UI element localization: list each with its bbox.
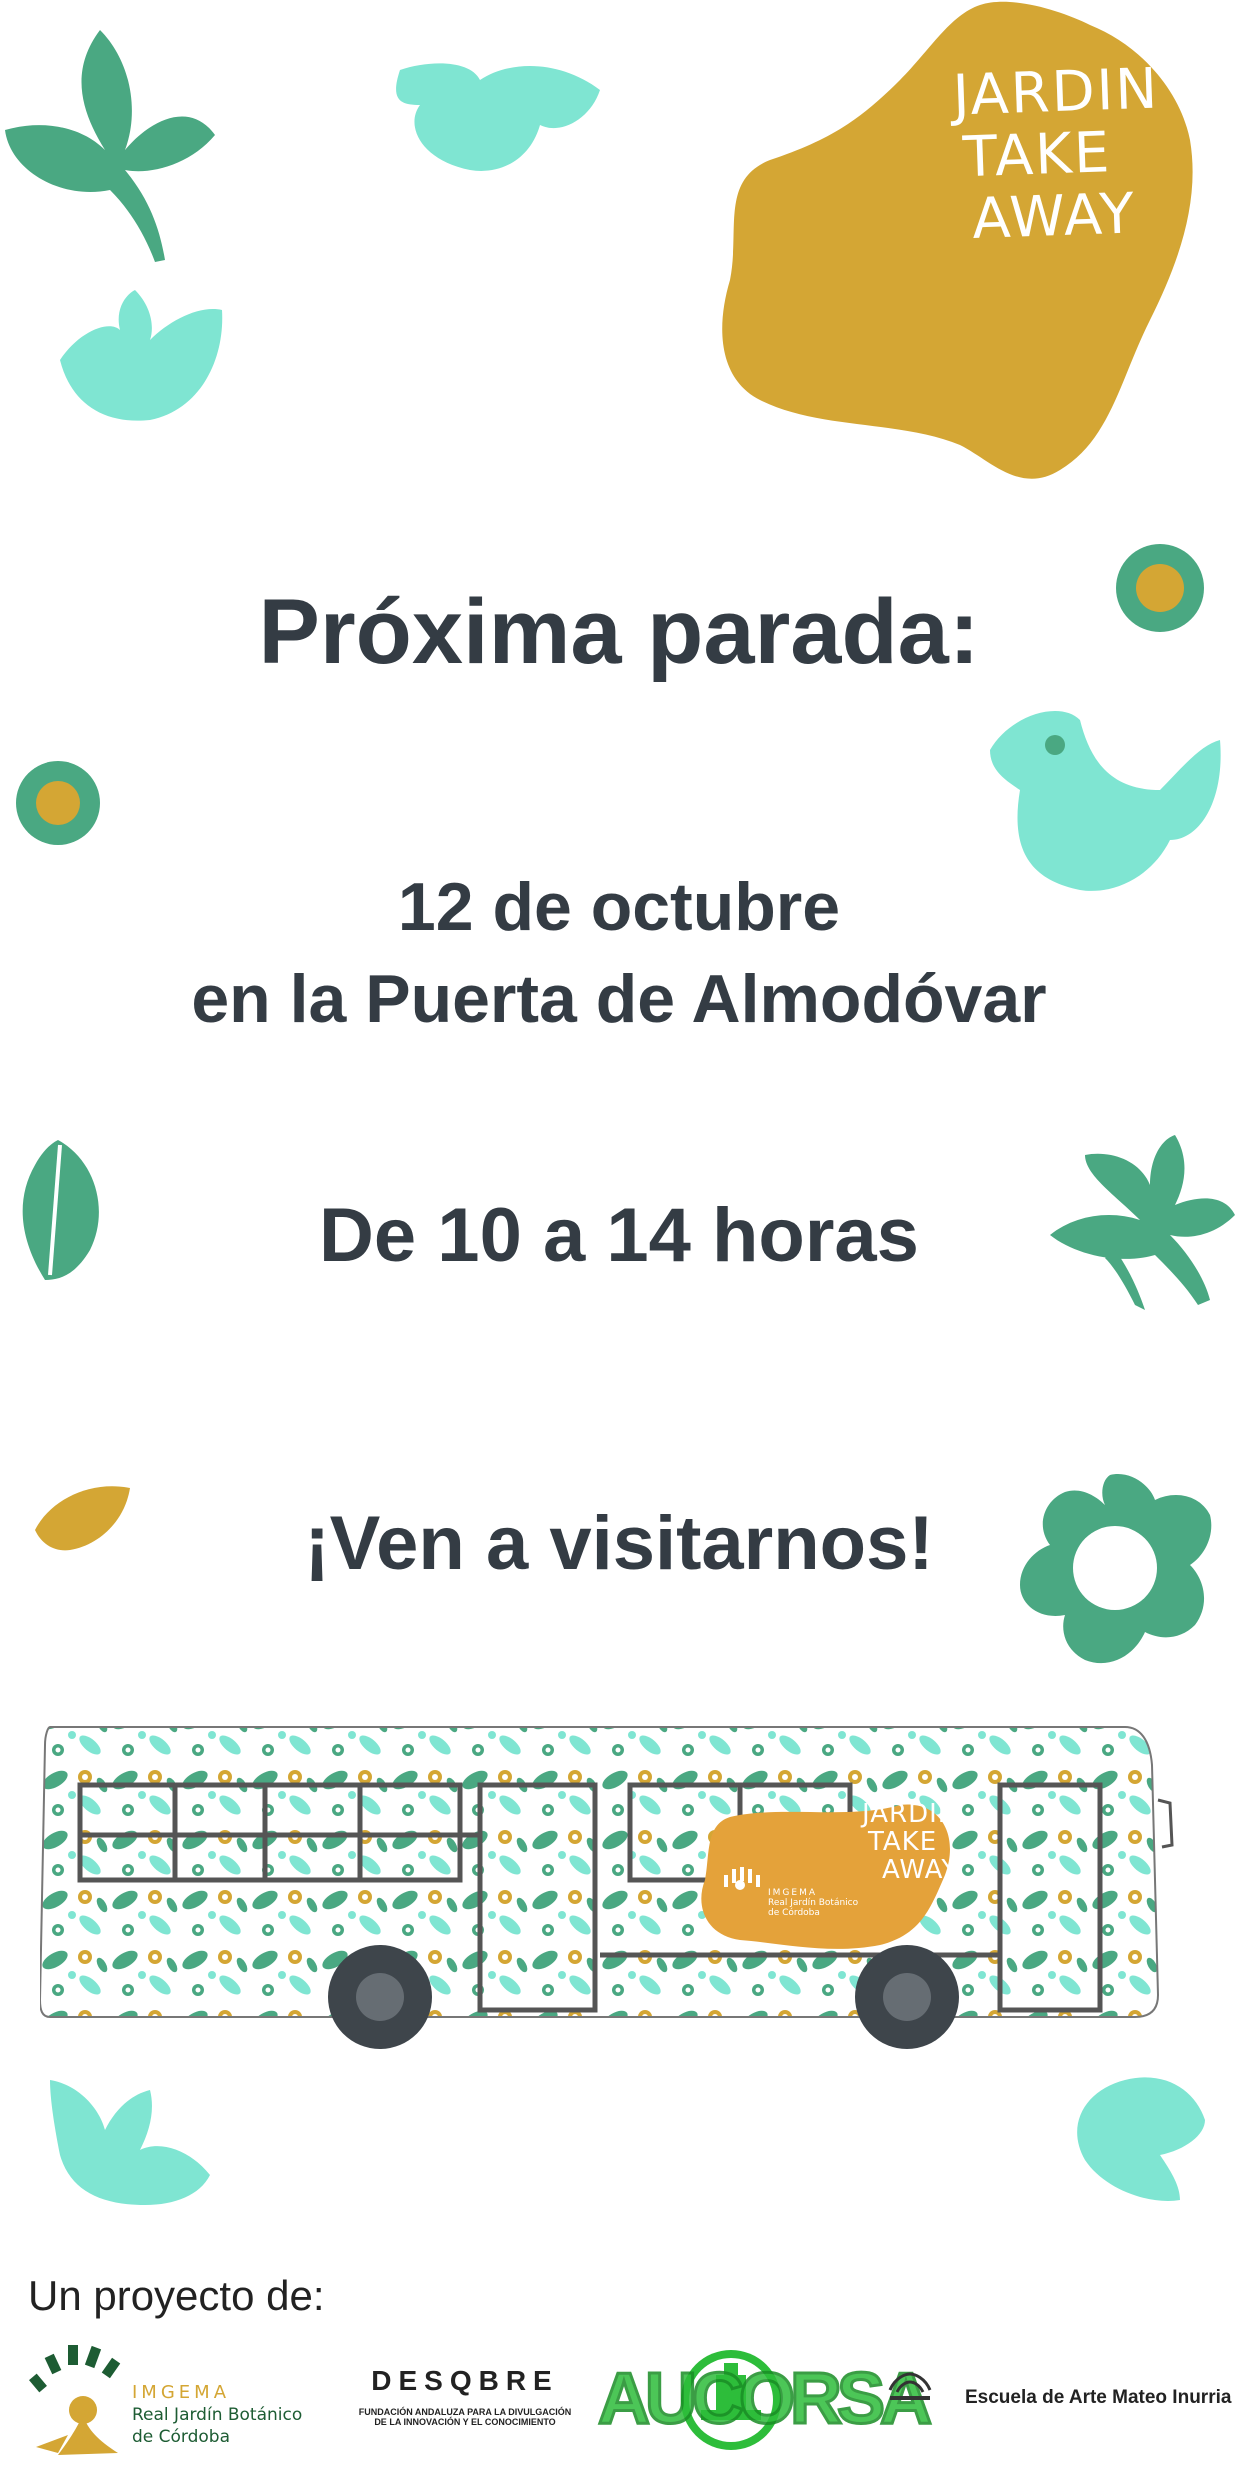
bus-logo-sub2: de Córdoba [768, 1908, 820, 1918]
badge-line-3: AWAY [971, 181, 1137, 253]
bus-badge-line-2: TAKE [868, 1827, 938, 1857]
cta-text: ¡Ven a visitarnos! [304, 1501, 934, 1586]
wheel-icon [328, 1945, 432, 2049]
descubre-logo: DESQBRE FUNDACIÓN ANDALUZA PARA LA DIVUL… [345, 2365, 585, 2427]
imgema-logo-icon [29, 2345, 121, 2455]
badge-title: JARDIN TAKE AWAY [951, 56, 1165, 253]
aucorsa-text: AUCORSA [597, 2358, 934, 2441]
ring-shape-icon [16, 761, 100, 845]
junta-emblem-icon [888, 2372, 932, 2400]
hours-text: De 10 a 14 horas [319, 1193, 919, 1278]
bus-logo-title: IMGEMA [768, 1888, 818, 1898]
bus-badge-line-3: AWAY [882, 1855, 959, 1885]
tulip-shape-icon [60, 290, 223, 421]
bus-logo-sub1: Real Jardín Botánico [768, 1898, 859, 1908]
date-line-1: 12 de octubre [397, 869, 841, 945]
pie-shape-icon [1077, 2077, 1205, 2201]
imgema-sub2: de Córdoba [132, 2427, 231, 2447]
leaf-shape-icon [5, 30, 215, 262]
footer-intro: Un proyecto de: [28, 2272, 325, 2319]
date-line-2: en la Puerta de Almodóvar [191, 961, 1047, 1037]
bird-shape-icon [990, 711, 1221, 891]
imgema-sub1: Real Jardín Botánico [132, 2405, 303, 2425]
badge-line-2: TAKE [961, 120, 1113, 191]
descubre-sub1: FUNDACIÓN ANDALUZA PARA LA DIVULGACIÓN [358, 2407, 572, 2417]
imgema-title: IMGEMA [132, 2382, 231, 2403]
descubre-name: DESQBRE [371, 2365, 559, 2396]
imgema-logo: IMGEMA Real Jardín Botánico de Córdoba [132, 2382, 302, 2448]
bus-illustration [40, 1726, 1174, 2049]
aucorsa-logo: AUCORSA [597, 2330, 934, 2470]
badge-line-1: JARDIN [951, 56, 1161, 129]
tulip-shape-icon [50, 2080, 210, 2205]
page-title: Próxima parada: [258, 581, 980, 683]
bus-badge: JARDIN TAKE AWAY [862, 1800, 958, 1884]
descubre-sub2: DE LA INNOVACIÓN Y EL CONOCIMIENTO [374, 2417, 556, 2427]
escuela-logo: Escuela de Arte Mateo Inurria [965, 2387, 1232, 2408]
bird-shape-icon [396, 63, 600, 171]
bus-logo: IMGEMA Real Jardín Botánico de Córdoba [768, 1888, 858, 1918]
bus-badge-line-1: JARDIN [862, 1799, 959, 1829]
wheel-icon [855, 1945, 959, 2049]
